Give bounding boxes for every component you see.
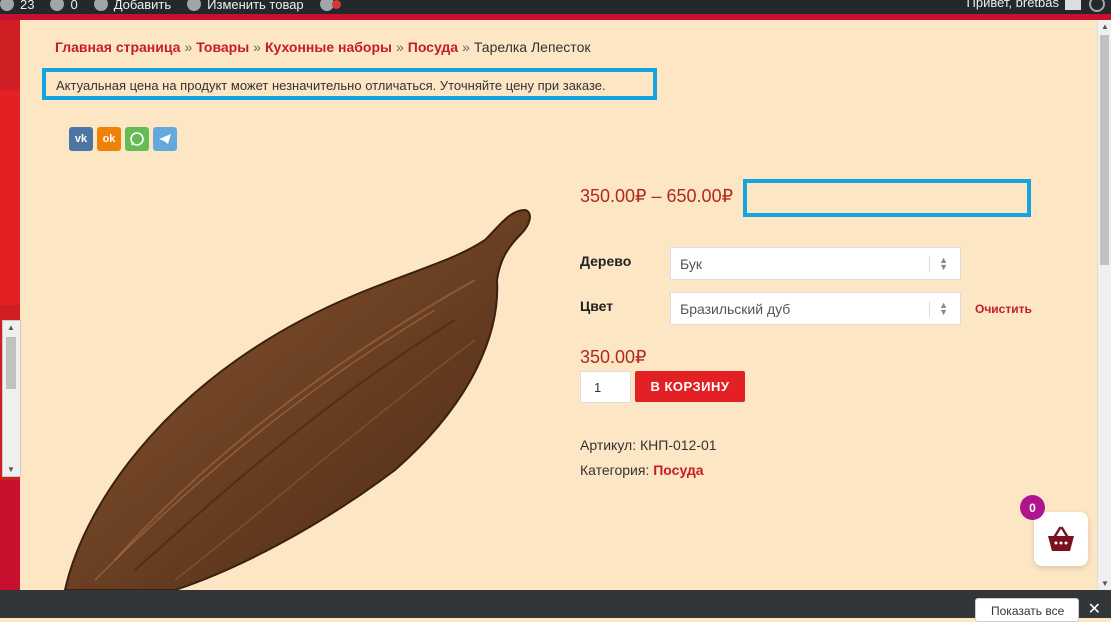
seo-item[interactable] [319, 0, 341, 11]
quantity-input[interactable]: 1 [580, 371, 631, 403]
scroll-up-icon[interactable]: ▲ [1101, 22, 1109, 31]
close-icon[interactable]: ✕ [1088, 599, 1101, 619]
scroll-down-icon[interactable]: ▼ [1101, 579, 1109, 588]
variation-label-wood: Дерево [580, 253, 632, 269]
scroll-down-icon[interactable]: ▼ [7, 465, 15, 474]
vk-icon[interactable]: vk [69, 127, 93, 151]
sku-line: Артикул: КНП-012-01 [580, 437, 717, 453]
inner-scrollbar[interactable]: ▲ ▼ [2, 320, 21, 477]
updates-icon [0, 0, 14, 11]
scroll-thumb[interactable] [1100, 35, 1109, 265]
category-link[interactable]: Посуда [653, 462, 703, 478]
price-notice: Актуальная цена на продукт может незначи… [42, 68, 657, 100]
share-buttons: vk ok [69, 127, 177, 151]
downloads-bar: Показать все ✕ [0, 590, 1111, 622]
decor-band [0, 90, 20, 305]
basket-icon [1048, 526, 1074, 551]
breadcrumb: Главная страница» Товары» Кухонные наборы»… [55, 39, 591, 55]
variation-price: 350.00₽ [580, 347, 647, 367]
plus-icon [93, 0, 108, 11]
pencil-icon [187, 0, 202, 11]
add-new-item[interactable]: Добавить [93, 0, 171, 12]
add-to-cart-button[interactable]: В КОРЗИНУ [635, 371, 745, 402]
updates-item[interactable]: 23 [0, 0, 34, 12]
product-image[interactable] [55, 200, 545, 591]
breadcrumb-products[interactable]: Товары [196, 39, 249, 55]
clear-variations-link[interactable]: Очистить [975, 302, 1032, 316]
show-all-downloads-button[interactable]: Показать все [975, 598, 1079, 622]
breadcrumb-tableware[interactable]: Посуда [408, 39, 458, 55]
select-arrows-icon: ▲ ▼ [939, 300, 948, 317]
edit-product-item[interactable]: Изменить товар [187, 0, 304, 12]
scroll-up-icon[interactable]: ▲ [7, 323, 15, 332]
left-decor-strip [0, 20, 20, 590]
breadcrumb-kitchen-sets[interactable]: Кухонные наборы [265, 39, 392, 55]
color-select[interactable]: Бразильский дуб ▲ ▼ [670, 292, 961, 325]
telegram-icon[interactable] [153, 127, 177, 151]
odnoklassniki-icon[interactable]: ok [97, 127, 121, 151]
floating-cart-button[interactable] [1034, 512, 1088, 566]
header-red-line [0, 14, 1111, 20]
whatsapp-icon[interactable] [125, 127, 149, 151]
page-scrollbar[interactable]: ▲ ▼ [1097, 20, 1111, 590]
avatar [1065, 0, 1081, 10]
cart-count-badge: 0 [1020, 495, 1045, 520]
highlight-box [743, 179, 1031, 217]
seo-status-dot [331, 0, 341, 9]
breadcrumb-current: Тарелка Лепесток [473, 39, 591, 55]
price-range: 350.00₽ – 650.00₽ [580, 186, 734, 206]
sku-value: КНП-012-01 [639, 437, 717, 453]
comments-icon [50, 0, 65, 11]
wood-select[interactable]: Бук ▲ ▼ [670, 247, 961, 280]
breadcrumb-home[interactable]: Главная страница [55, 39, 180, 55]
decor-band [0, 480, 20, 590]
account-menu[interactable]: Привет, bretbas [967, 0, 1081, 10]
search-icon[interactable] [1089, 0, 1105, 12]
comments-item[interactable]: 0 [50, 0, 78, 12]
scroll-thumb[interactable] [6, 337, 16, 389]
category-line: Категория: Посуда [580, 462, 704, 478]
admin-bar: 23 0 Добавить Изменить товар Привет, bre… [0, 0, 1111, 14]
variation-label-color: Цвет [580, 298, 614, 314]
select-arrows-icon: ▲ ▼ [939, 255, 948, 272]
